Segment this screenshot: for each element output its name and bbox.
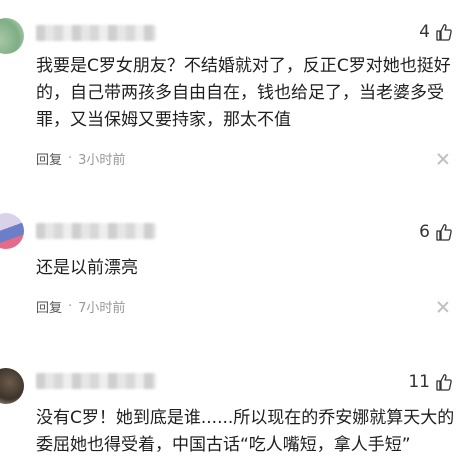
like-button[interactable]: 6 — [419, 222, 452, 242]
avatar[interactable] — [0, 18, 24, 54]
reply-button[interactable]: 回复 — [36, 297, 62, 316]
avatar[interactable] — [0, 368, 24, 404]
username[interactable] — [36, 223, 156, 239]
close-icon[interactable] — [438, 154, 448, 164]
thumbs-up-icon — [436, 224, 452, 241]
comment-meta: 回复 · 3小时前 — [36, 149, 125, 168]
close-icon[interactable] — [438, 302, 448, 312]
comment-meta: 回复 · 7小时前 — [36, 297, 125, 316]
comment-text: 还是以前漂亮 — [36, 258, 138, 278]
comment-text: 没有C罗！她到底是谁......所以现在的乔安娜就算天大的委屈她也得受着，中国古… — [36, 408, 455, 455]
reply-button[interactable]: 回复 — [36, 149, 62, 168]
username[interactable] — [36, 373, 156, 389]
like-count: 4 — [419, 22, 430, 42]
thumbs-up-icon — [436, 374, 452, 391]
separator-dot: · — [68, 151, 73, 166]
timestamp: 3小时前 — [78, 153, 126, 168]
timestamp: 7小时前 — [78, 301, 126, 316]
like-count: 6 — [419, 222, 430, 242]
separator-dot: · — [68, 299, 73, 314]
like-count: 11 — [408, 372, 430, 392]
username[interactable] — [36, 25, 156, 41]
like-button[interactable]: 11 — [408, 372, 452, 392]
like-button[interactable]: 4 — [419, 22, 452, 42]
comment-text: 我要是C罗女朋友？不结婚就对了，反正C罗对她也挺好的，自己带两孩多自由自在，钱也… — [36, 56, 451, 130]
avatar[interactable] — [0, 213, 24, 249]
thumbs-up-icon — [436, 24, 452, 41]
